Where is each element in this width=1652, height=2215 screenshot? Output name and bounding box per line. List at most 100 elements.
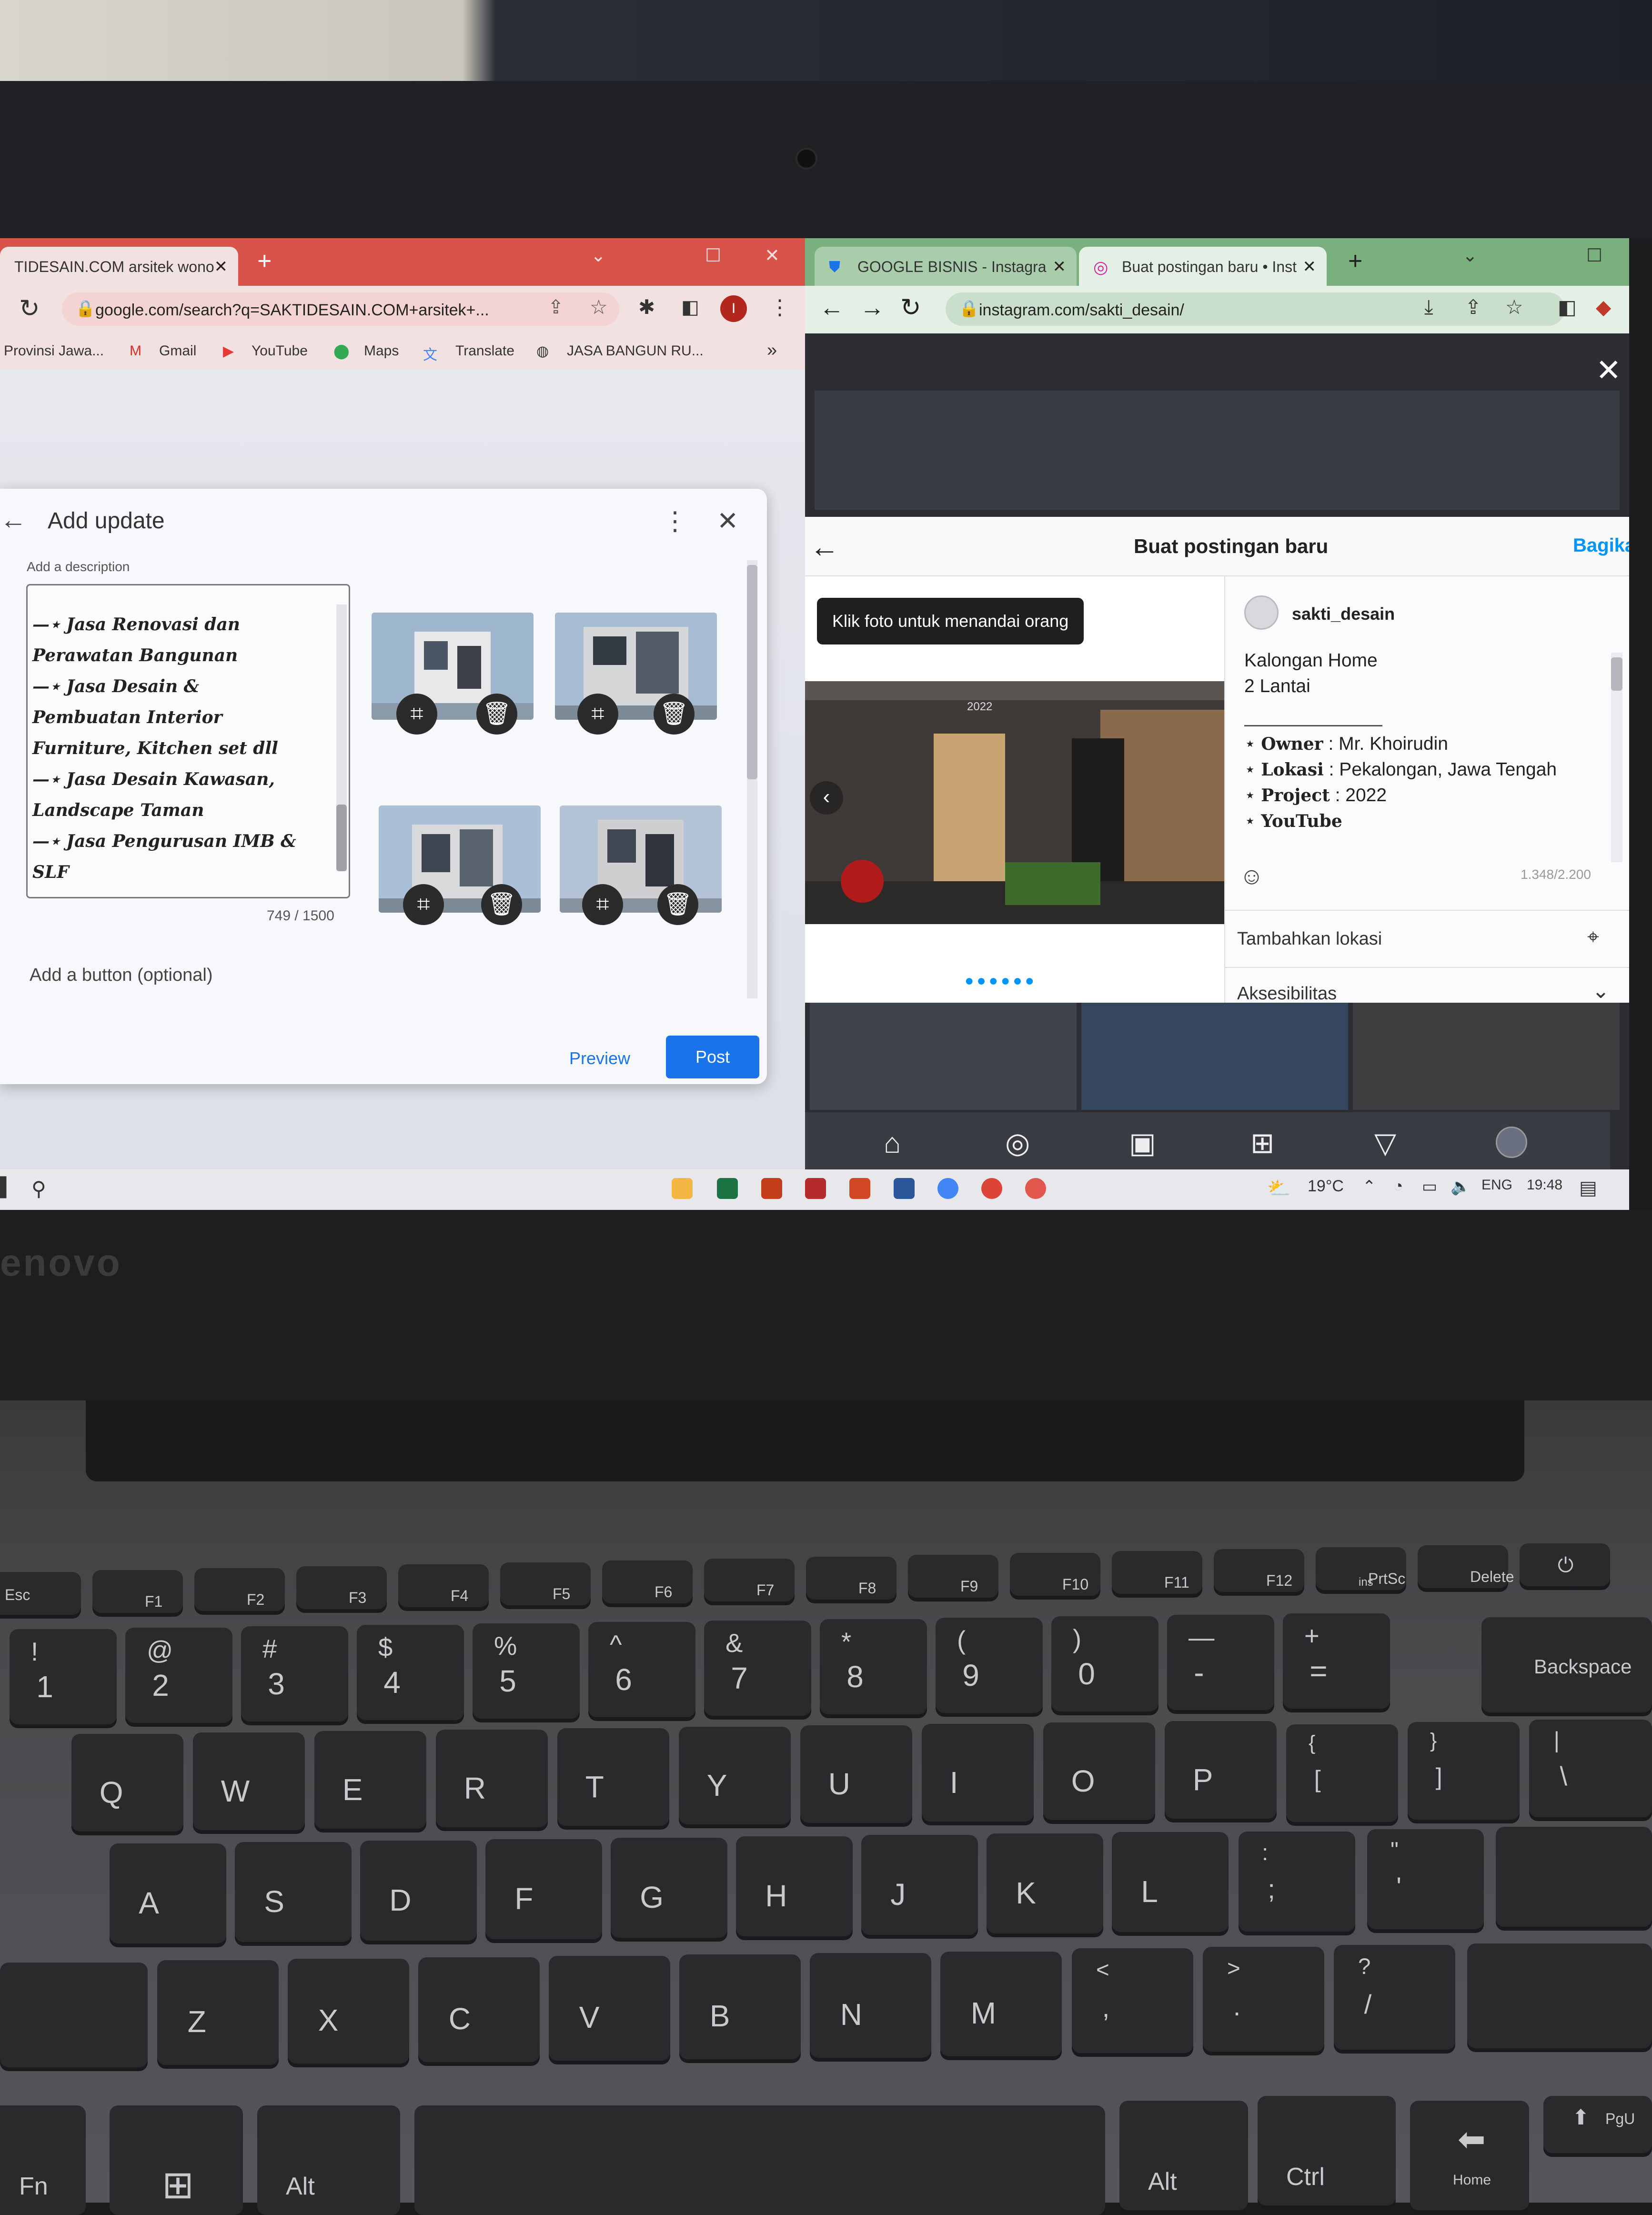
bracket-key[interactable]: ]}: [1408, 1722, 1520, 1820]
letter-key[interactable]: V: [549, 1956, 670, 2061]
semicolon-key[interactable]: ;:: [1239, 1832, 1355, 1932]
bracket-key[interactable]: [{: [1286, 1724, 1398, 1822]
fn-key[interactable]: Fn: [0, 2105, 86, 2215]
number-key[interactable]: 6 ^: [588, 1622, 695, 1717]
slash-key[interactable]: /?: [1334, 1945, 1455, 2050]
key-label: X: [318, 2003, 339, 2038]
function-key[interactable]: F2: [194, 1568, 285, 1611]
letter-key[interactable]: G: [611, 1838, 727, 1938]
right-ctrl-key[interactable]: Ctrl: [1258, 2096, 1396, 2205]
letter-key[interactable]: W: [193, 1732, 305, 1830]
letter-key[interactable]: I: [922, 1724, 1034, 1822]
letter-key[interactable]: U: [800, 1725, 912, 1823]
number-key[interactable]: 0): [1051, 1616, 1158, 1712]
home-key[interactable]: ⬅ Home: [1410, 2101, 1529, 2210]
letter-key[interactable]: H: [736, 1836, 853, 1936]
function-key[interactable]: F9: [908, 1555, 998, 1598]
function-key[interactable]: F7: [704, 1559, 795, 1601]
spacebar-key[interactable]: [414, 2105, 1105, 2215]
key-label: F: [514, 1882, 534, 1916]
key-label: Alt: [1148, 2168, 1177, 2195]
function-key[interactable]: F3: [296, 1566, 387, 1609]
left-alt-key[interactable]: Alt: [257, 2105, 400, 2215]
enter-key[interactable]: [1496, 1827, 1652, 1927]
key-label: ins: [1359, 1576, 1373, 1589]
key-label: —: [1189, 1623, 1215, 1652]
letter-key[interactable]: N: [810, 1953, 931, 2058]
function-key[interactable]: PrtSc ins: [1316, 1547, 1406, 1590]
right-shift-key[interactable]: [1467, 1943, 1652, 2048]
letter-key[interactable]: E: [314, 1731, 426, 1829]
right-alt-key[interactable]: Alt: [1119, 2101, 1248, 2210]
key-label: F12: [1266, 1572, 1293, 1589]
backslash-key[interactable]: \ |: [1529, 1720, 1652, 1817]
letter-key[interactable]: R: [436, 1730, 548, 1827]
power-icon: ⏻: [1558, 1554, 1574, 1576]
number-key[interactable]: - —: [1167, 1615, 1274, 1710]
function-key[interactable]: Delete: [1418, 1545, 1514, 1588]
letter-key[interactable]: O: [1043, 1722, 1155, 1820]
letter-key[interactable]: D: [360, 1841, 477, 1941]
pgup-key[interactable]: ⬆ PgU: [1543, 2096, 1652, 2153]
arrow-left-icon: ⬅: [1458, 2121, 1486, 2158]
number-key[interactable]: 3 #: [241, 1626, 348, 1722]
letter-key[interactable]: M: [940, 1952, 1062, 2056]
function-key[interactable]: F6: [602, 1561, 693, 1603]
key-label: -: [1194, 1655, 1204, 1690]
number-key[interactable]: = +: [1283, 1613, 1390, 1709]
function-key[interactable]: F12: [1214, 1549, 1304, 1592]
key-label: Z: [187, 2004, 206, 2039]
key-label: 2: [152, 1668, 169, 1702]
number-key[interactable]: 1!: [10, 1629, 117, 1724]
number-key[interactable]: 7 &: [704, 1621, 811, 1716]
letter-key[interactable]: Q: [71, 1734, 183, 1832]
comma-key[interactable]: , <: [1072, 1948, 1193, 2053]
number-key[interactable]: 8 *: [820, 1619, 927, 1714]
letter-key[interactable]: X: [288, 1959, 409, 2064]
letter-key[interactable]: K: [987, 1833, 1103, 1933]
power-button[interactable]: ⏻: [1520, 1543, 1610, 1586]
function-key[interactable]: F8: [806, 1557, 897, 1600]
letter-key[interactable]: S: [235, 1842, 352, 1942]
key-label: .: [1233, 1991, 1241, 2022]
key-label: 6: [615, 1662, 632, 1697]
letter-key[interactable]: C: [418, 1957, 540, 2062]
key-label: ,: [1102, 1993, 1110, 2023]
number-key[interactable]: 9(: [936, 1618, 1043, 1713]
letter-key[interactable]: J: [861, 1835, 978, 1935]
letter-key[interactable]: L: [1112, 1832, 1229, 1932]
key-label: %: [494, 1631, 517, 1661]
key-label: F2: [247, 1591, 265, 1608]
function-key[interactable]: F10: [1010, 1553, 1100, 1596]
number-key[interactable]: 4 $: [357, 1625, 464, 1720]
key-label: P: [1192, 1762, 1213, 1797]
function-key[interactable]: F4: [398, 1564, 489, 1607]
function-key[interactable]: F11: [1112, 1551, 1202, 1594]
letter-key[interactable]: P: [1165, 1721, 1277, 1819]
letter-key[interactable]: Z: [157, 1960, 279, 2065]
backspace-key[interactable]: Backspace: [1481, 1617, 1652, 1712]
letter-key[interactable]: F: [485, 1839, 602, 1939]
key-label: Y: [706, 1768, 727, 1803]
key-label: J: [890, 1877, 906, 1912]
period-key[interactable]: . >: [1203, 1947, 1324, 2052]
left-shift-key[interactable]: [0, 1963, 148, 2067]
letter-key[interactable]: Y: [679, 1727, 791, 1824]
key-label: Q: [99, 1775, 123, 1810]
letter-key[interactable]: A: [110, 1843, 226, 1943]
key-label: L: [1141, 1874, 1158, 1909]
letter-key[interactable]: B: [679, 1954, 801, 2059]
number-key[interactable]: 5%: [473, 1623, 580, 1719]
function-key[interactable]: Esc: [0, 1572, 81, 1615]
function-key[interactable]: F1: [92, 1570, 183, 1613]
letter-key[interactable]: T: [557, 1728, 669, 1826]
quote-key[interactable]: ' ": [1367, 1829, 1484, 1929]
key-label: Home: [1453, 2172, 1491, 2188]
key-label: ]: [1435, 1763, 1442, 1791]
number-key[interactable]: 2 @: [125, 1628, 232, 1723]
windows-key[interactable]: ⊞: [110, 2105, 243, 2215]
key-label: 7: [731, 1661, 748, 1695]
key-label: F9: [960, 1578, 978, 1595]
function-key[interactable]: F5: [500, 1562, 591, 1605]
key-label: <: [1096, 1957, 1109, 1983]
